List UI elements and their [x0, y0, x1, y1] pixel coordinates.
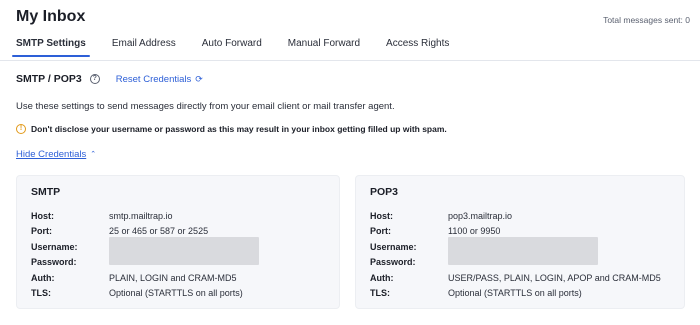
smtp-host-value[interactable]: smtp.mailtrap.io	[109, 211, 173, 221]
warning-message: ! Don't disclose your username or passwo…	[16, 124, 447, 134]
settings-description: Use these settings to send messages dire…	[16, 101, 395, 112]
tab-smtp-settings[interactable]: SMTP Settings	[12, 38, 90, 57]
tab-divider	[0, 60, 700, 61]
pop3-credentials-redacted	[448, 237, 598, 265]
pop3-tls-label: TLS:	[370, 288, 390, 299]
smtp-host-row: Host: smtp.mailtrap.io	[31, 208, 325, 224]
tab-auto-forward[interactable]: Auto Forward	[202, 38, 262, 57]
warning-icon: !	[16, 124, 26, 134]
pop3-auth-row: Auth: USER/PASS, PLAIN, LOGIN, APOP and …	[370, 270, 670, 286]
smtp-username-label: Username:	[31, 241, 78, 252]
pop3-host-label: Host:	[370, 210, 393, 221]
smtp-card-title: SMTP	[31, 186, 61, 198]
smtp-host-label: Host:	[31, 210, 54, 221]
chevron-up-icon: ⌃	[90, 151, 97, 158]
reset-credentials-button[interactable]: Reset Credentials ⟳	[116, 74, 203, 85]
help-circle-icon[interactable]: ?	[89, 74, 100, 84]
hide-credentials-link[interactable]: Hide Credentials ⌃	[16, 149, 96, 160]
smtp-password-label: Password:	[31, 257, 77, 268]
smtp-credentials-redacted	[109, 237, 259, 265]
smtp-port-label: Port:	[31, 226, 52, 237]
pop3-auth-label: Auth:	[370, 272, 394, 283]
page-header: My Inbox Total messages sent: 0	[16, 8, 690, 30]
section-header: SMTP / POP3 ? Reset Credentials ⟳	[16, 73, 203, 85]
pop3-host-value[interactable]: pop3.mailtrap.io	[448, 211, 512, 221]
pop3-username-label: Username:	[370, 241, 417, 252]
smtp-port-value[interactable]: 25 or 465 or 587 or 2525	[109, 226, 208, 236]
pop3-credentials: Username: Password:	[370, 237, 670, 270]
pop3-port-label: Port:	[370, 226, 391, 237]
total-messages-sent: Total messages sent: 0	[603, 15, 690, 25]
smtp-card: SMTP Host: smtp.mailtrap.io Port: 25 or …	[16, 175, 340, 309]
pop3-port-value[interactable]: 1100 or 9950	[448, 226, 500, 236]
pop3-password-label: Password:	[370, 257, 416, 268]
hide-credentials-label: Hide Credentials	[16, 149, 87, 160]
pop3-card: POP3 Host: pop3.mailtrap.io Port: 1100 o…	[355, 175, 685, 309]
smtp-tls-value: Optional (STARTTLS on all ports)	[109, 288, 243, 299]
tab-manual-forward[interactable]: Manual Forward	[288, 38, 360, 57]
pop3-tls-row: TLS: Optional (STARTTLS on all ports)	[370, 286, 670, 302]
smtp-auth-value: PLAIN, LOGIN and CRAM-MD5	[109, 272, 237, 283]
pop3-auth-value: USER/PASS, PLAIN, LOGIN, APOP and CRAM-M…	[448, 272, 661, 283]
refresh-icon: ⟳	[195, 73, 203, 84]
smtp-auth-row: Auth: PLAIN, LOGIN and CRAM-MD5	[31, 270, 325, 286]
section-title: SMTP / POP3	[16, 73, 82, 85]
warning-text: Don't disclose your username or password…	[31, 124, 447, 134]
pop3-card-title: POP3	[370, 186, 399, 198]
smtp-tls-label: TLS:	[31, 288, 51, 299]
smtp-tls-row: TLS: Optional (STARTTLS on all ports)	[31, 286, 325, 302]
tab-access-rights[interactable]: Access Rights	[386, 38, 449, 57]
tab-bar: SMTP Settings Email Address Auto Forward…	[12, 38, 475, 57]
tab-email-address[interactable]: Email Address	[112, 38, 176, 57]
smtp-auth-label: Auth:	[31, 272, 55, 283]
pop3-tls-value: Optional (STARTTLS on all ports)	[448, 288, 582, 299]
smtp-credentials: Username: Password:	[31, 237, 325, 270]
pop3-host-row: Host: pop3.mailtrap.io	[370, 208, 670, 224]
page-title: My Inbox	[16, 8, 86, 25]
reset-credentials-label: Reset Credentials	[115, 73, 192, 85]
